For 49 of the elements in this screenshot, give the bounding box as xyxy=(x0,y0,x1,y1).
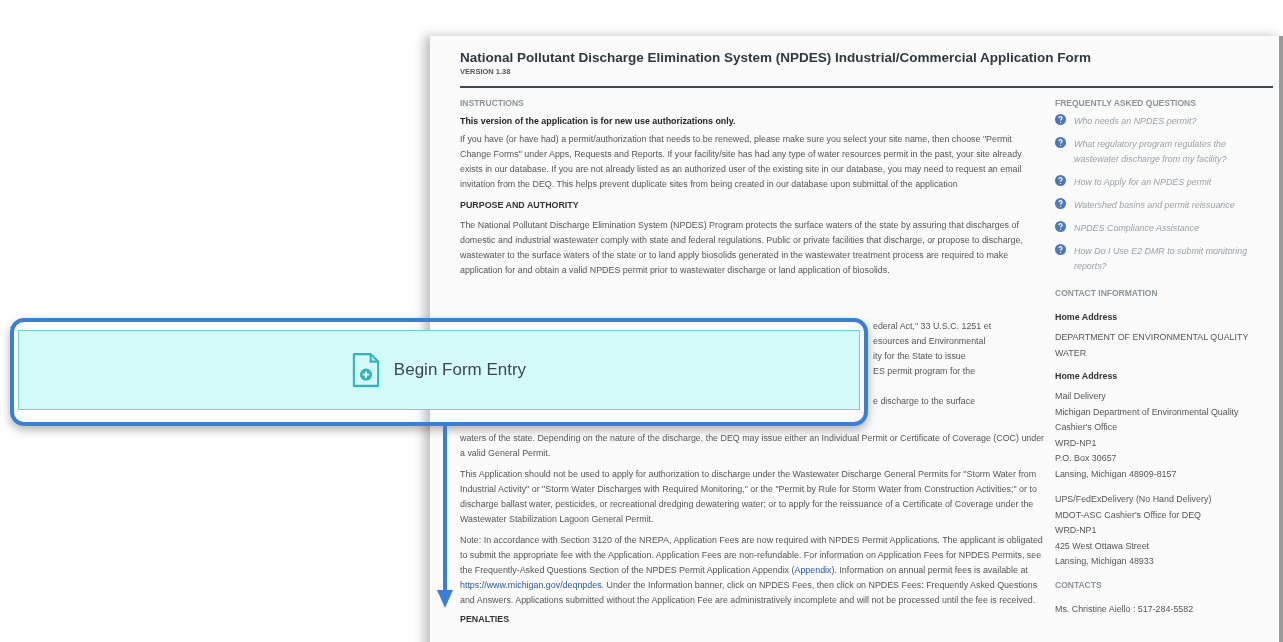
purpose-paragraph: The National Pollutant Discharge Elimination System (NPDES) Program protects the surface waters of the state by assuring that discharges of domestic and industrial wastewater comply with state and federal regulations. Public or private facilities that discharge, or propose to discharge, wastewater to the surface waters of the state or to land apply biosolids generated in the wastewater treatment process are required to make application for and obtain a valid NPDES permit prior to wastewater discharge or land application of biosolids. xyxy=(460,219,1024,277)
faq-link[interactable]: Watershed basins and permit reissuance xyxy=(1074,198,1235,213)
address-line: UPS/FedExDelivery (No Hand Delivery) xyxy=(1055,493,1213,506)
address-line: Lansing, Michigan 48933 xyxy=(1055,555,1155,568)
partial-text: esources and Environmental xyxy=(873,335,987,348)
help-icon xyxy=(1055,244,1066,255)
address-line: Lansing, Michigan 48909-8157 xyxy=(1055,467,1178,481)
document-plus-icon xyxy=(351,352,380,388)
address-line: WATER xyxy=(1055,346,1088,360)
exclusions-paragraph: This Application should not be used to apply for authorization to discharge under the Wastewater Discharge General Permits for "Storm Water from Industrial Activity" or "Storm Water Discharges with Required Monitoring," or the "Permit by Rule for Storm Water from Construction Activities;" or to discharge ballast water, pesticides, or recreational dredging dewatering water; or to apply for the reissuance of a Certificate of Coverage under the Wastewater Stabilization Lagoon General Permit. xyxy=(460,468,1038,526)
address-label: Home Address xyxy=(1055,312,1119,322)
notice-text: This version of the application is for new use authorizations only. xyxy=(460,116,737,126)
partial-text: e discharge to the surface xyxy=(873,395,977,408)
section-heading: PURPOSE AND AUTHORITY xyxy=(460,200,580,210)
section-heading: CONTACTS xyxy=(1055,579,1103,592)
address-label: Home Address xyxy=(1055,371,1119,381)
address-line: MDOT-ASC Cashier's Office for DEQ xyxy=(1055,508,1203,522)
help-icon xyxy=(1055,137,1066,148)
help-icon xyxy=(1055,114,1066,125)
section-heading: INSTRUCTIONS xyxy=(460,98,525,110)
partial-text: ederal Act," 33 U.S.C. 1251 et xyxy=(873,320,993,333)
instructions-paragraph: If you have (or have had) a permit/authorization that needs to be renewed, please make sure you select your site name, then choose "Permit Change Forms" under Apps, Requests and Reports. If your facility/site has had any type of water resources permit in the past, your site already exists in our database. If you are not already listed as an authorized user of the existing site in our database, you may need to request an email invitation from the DEQ. This helps prevent duplicate sites from being created in our database upon submittal of the application xyxy=(460,133,1023,191)
faq-link[interactable]: How to Apply for an NPDES permit xyxy=(1074,175,1212,190)
partial-text: ES permit program for the xyxy=(873,365,977,378)
address-line: Cashier's Office xyxy=(1055,421,1119,434)
address-line: P.O. Box 30657 xyxy=(1055,452,1118,465)
address-line: WRD-NP1 xyxy=(1055,524,1098,537)
section-heading: PENALTIES xyxy=(460,614,511,624)
purpose-paragraph: waters of the state. Depending on the nature of the discharge, the DEQ may issue either an Individual Permit or Certificate of Coverage (COC) under a valid General Permit. xyxy=(460,432,1045,460)
faq-link[interactable]: What regulatory program regulates the wastewater discharge from my facility? xyxy=(1074,137,1270,167)
address-line: Michigan Department of Environmental Quality xyxy=(1055,405,1240,419)
address-line: WRD-NP1 xyxy=(1055,436,1098,450)
help-icon xyxy=(1055,198,1066,209)
help-icon xyxy=(1055,221,1066,232)
address-line: Mail Delivery xyxy=(1055,390,1107,403)
link[interactable]: https://www.michigan.gov/deqnpdes xyxy=(460,580,602,590)
help-icon xyxy=(1055,175,1066,186)
form-title: National Pollutant Discharge Elimination System (NPDES) Industrial/Commercial Application Form xyxy=(460,50,1093,65)
faq-link[interactable]: NPDES Compliance Assistance xyxy=(1074,221,1199,236)
faq-link[interactable]: How Do I Use E2 DMR to submit monitoring reports? xyxy=(1074,244,1270,274)
note-paragraph: Note: In accordance with Section 3120 of the NREPA, Application Fees are now required with NPDES Permit Applications. The applicant is obligated to submit the appropriate fee with the Application. Application Fees are non-refundable. For information on Application Fees for NPDES Permits, see the Frequently-Asked Questions Section of the NPDES Permit Application Appendix (Appendix). Information on annual permit fees is available at https://www.michigan.gov/deqnpdes. Under the Information banner, click on NPDES Fees, then click on NPDES Fees: Frequently Asked Questions and Answers. Applications submitted without the Application Fee are administratively incomplete and will not be processed until the fee is received. xyxy=(460,534,1044,607)
contact-text: Ms. Christine Aiello : 517-284-5582 xyxy=(1055,603,1195,614)
partial-text: ity for the State to issue xyxy=(873,350,967,363)
section-heading: CONTACT INFORMATION xyxy=(1055,288,1159,300)
begin-form-entry-button[interactable]: Begin Form Entry xyxy=(18,330,860,410)
address-line: 425 West Ottawa Street xyxy=(1055,539,1151,553)
address-line: DEPARTMENT OF ENVIRONMENTAL QUALITY xyxy=(1055,331,1250,344)
faq-link[interactable]: Who needs an NPDES permit? xyxy=(1074,114,1197,129)
section-heading: FREQUENTLY ASKED QUESTIONS xyxy=(1055,98,1197,110)
